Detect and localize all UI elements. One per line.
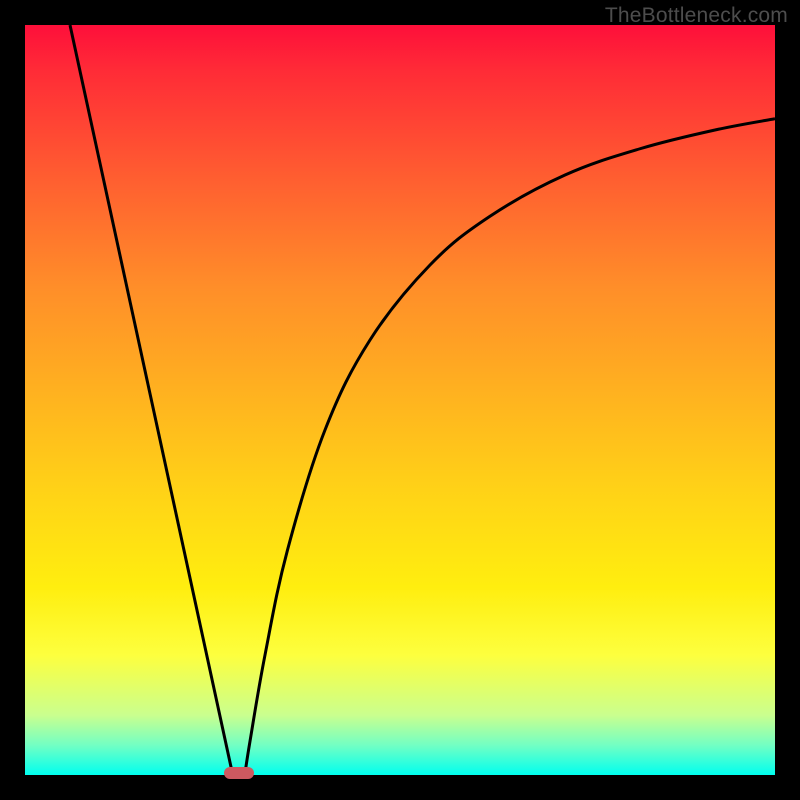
right-curve [245, 119, 775, 775]
watermark-text: TheBottleneck.com [605, 4, 788, 28]
min-marker [224, 767, 254, 779]
curve-layer [25, 25, 775, 775]
left-curve [70, 25, 233, 775]
